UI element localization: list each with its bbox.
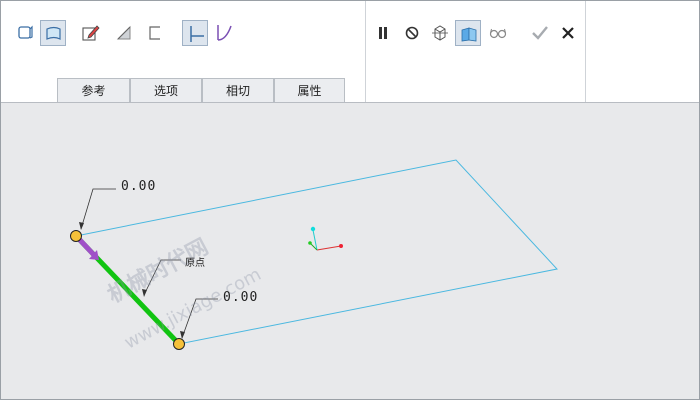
toolbar-divider-right — [585, 1, 586, 102]
graphics-viewport[interactable]: 机械时代网 www.jixiage.com 0.00 0.00 原点 — [1, 103, 699, 399]
triad-z-end — [308, 241, 312, 245]
verify-button[interactable] — [455, 20, 481, 46]
cancel-button[interactable] — [555, 20, 581, 46]
dim-leader-top-arrow — [79, 222, 84, 230]
ok-button[interactable] — [527, 20, 553, 46]
straight-tangent-button[interactable] — [182, 20, 208, 46]
dim-leader-top — [80, 188, 116, 230]
close-icon — [562, 27, 574, 39]
tab-properties[interactable]: 属性 — [274, 78, 345, 102]
sketch-edit-button[interactable] — [78, 20, 104, 46]
dimension-value-bottom[interactable]: 0.00 — [223, 290, 258, 305]
endpoint-handle-bottom[interactable] — [173, 338, 185, 350]
thin-button[interactable] — [142, 20, 168, 46]
tab-tangency[interactable]: 相切 — [202, 78, 274, 102]
remove-material-icon — [116, 25, 131, 40]
pause-icon — [379, 27, 387, 39]
pause-button[interactable] — [370, 20, 396, 46]
origin-label: 原点 — [185, 258, 205, 269]
solid-surface-button[interactable] — [13, 20, 39, 46]
straight-tangent-icon — [190, 26, 204, 42]
toolbar-divider — [365, 1, 366, 102]
tab-options[interactable]: 选项 — [130, 78, 202, 102]
dim-leader-bottom-arrow — [180, 331, 185, 339]
no-preview-icon — [405, 26, 419, 40]
no-preview-button[interactable] — [399, 20, 425, 46]
triad-x-axis — [316, 245, 342, 251]
glasses-button[interactable] — [485, 20, 511, 46]
preview-geometry-button[interactable] — [427, 20, 453, 46]
endpoint-handle-top[interactable] — [70, 230, 82, 242]
sketch-edit-icon — [82, 25, 100, 41]
feature-dashboard: 参考 选项 相切 属性 — [1, 1, 699, 103]
dimension-value-top[interactable]: 0.00 — [121, 179, 156, 194]
triad-y-end — [310, 226, 316, 232]
curve-tangent-button[interactable] — [211, 20, 237, 46]
surface-button[interactable] — [40, 20, 66, 46]
thin-bracket-icon — [149, 26, 160, 40]
verify-icon — [461, 27, 477, 42]
tab-references[interactable]: 参考 — [57, 78, 130, 102]
model-canvas — [70, 159, 558, 350]
direction-arrow[interactable] — [77, 237, 96, 257]
surface-icon — [46, 26, 61, 40]
solid-surface-icon — [18, 25, 33, 39]
curve-tangent-icon — [217, 25, 232, 41]
preview-geometry-icon — [432, 25, 448, 41]
checkmark-icon — [532, 26, 548, 40]
glasses-icon — [489, 28, 507, 39]
triad-x-end — [339, 244, 343, 248]
remove-material-button[interactable] — [111, 20, 137, 46]
